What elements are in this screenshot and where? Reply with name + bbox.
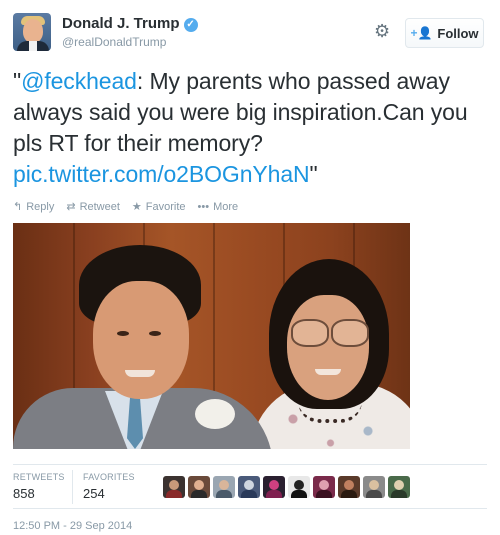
favorite-button[interactable]: ★ Favorite (131, 200, 186, 214)
divider-top (13, 464, 487, 465)
add-user-icon: +👤 (410, 26, 433, 40)
retweets-count[interactable]: 858 (13, 486, 35, 501)
more-label: More (213, 200, 239, 213)
tweet-text: "@feckhead: My parents who passed away a… (13, 66, 493, 190)
star-icon: ★ (131, 201, 142, 213)
favoriter-avatar[interactable] (313, 476, 335, 498)
tweet-timestamp[interactable]: 12:50 PM - 29 Sep 2014 (13, 520, 132, 532)
tweet-photo[interactable] (13, 223, 410, 449)
favoriter-avatar[interactable] (188, 476, 210, 498)
follow-button[interactable]: +👤 Follow (405, 18, 484, 48)
favoriter-avatar[interactable] (163, 476, 185, 498)
follow-label: Follow (437, 25, 479, 41)
retweet-icon: ⇄ (66, 201, 76, 213)
retweet-label: Retweet (79, 200, 120, 213)
favoriter-avatar[interactable] (288, 476, 310, 498)
favoriter-avatar[interactable] (338, 476, 360, 498)
more-button[interactable]: ••• More (198, 200, 239, 213)
verified-icon: ✓ (183, 18, 198, 32)
photo-link[interactable]: pic.twitter.com/o2BOGnYhaN (13, 161, 310, 187)
favoriter-avatar[interactable] (363, 476, 385, 498)
reply-button[interactable]: ↰ Reply (13, 200, 55, 214)
tweet-quote-open: " (13, 68, 22, 94)
display-name-text[interactable]: Donald J. Trump (62, 15, 180, 32)
tweet-actions: ↰ Reply ⇄ Retweet ★ Favorite ••• More (13, 200, 239, 214)
mention-link[interactable]: @feckhead (21, 68, 137, 94)
favoriters-list (163, 476, 410, 498)
favorites-label[interactable]: FAVORITES (83, 472, 135, 482)
gear-icon[interactable]: ⚙ (374, 22, 390, 40)
user-avatar[interactable] (13, 13, 51, 51)
reply-icon: ↰ (13, 201, 23, 213)
favoriter-avatar[interactable] (263, 476, 285, 498)
stats-separator (72, 470, 73, 504)
more-icon: ••• (197, 200, 210, 213)
divider-bottom (13, 508, 487, 509)
favoriter-avatar[interactable] (388, 476, 410, 498)
favorites-count[interactable]: 254 (83, 486, 105, 501)
screen-name[interactable]: @realDonaldTrump (62, 35, 166, 49)
tweet-card: Donald J. Trump ✓ @realDonaldTrump ⚙ +👤 F… (0, 0, 500, 535)
favoriter-avatar[interactable] (213, 476, 235, 498)
favorite-label: Favorite (145, 200, 186, 213)
reply-label: Reply (26, 200, 55, 213)
retweets-label[interactable]: RETWEETS (13, 472, 65, 482)
tweet-quote-close: " (309, 161, 318, 187)
retweet-button[interactable]: ⇄ Retweet (66, 200, 120, 214)
favoriter-avatar[interactable] (238, 476, 260, 498)
display-name[interactable]: Donald J. Trump ✓ (62, 15, 198, 32)
